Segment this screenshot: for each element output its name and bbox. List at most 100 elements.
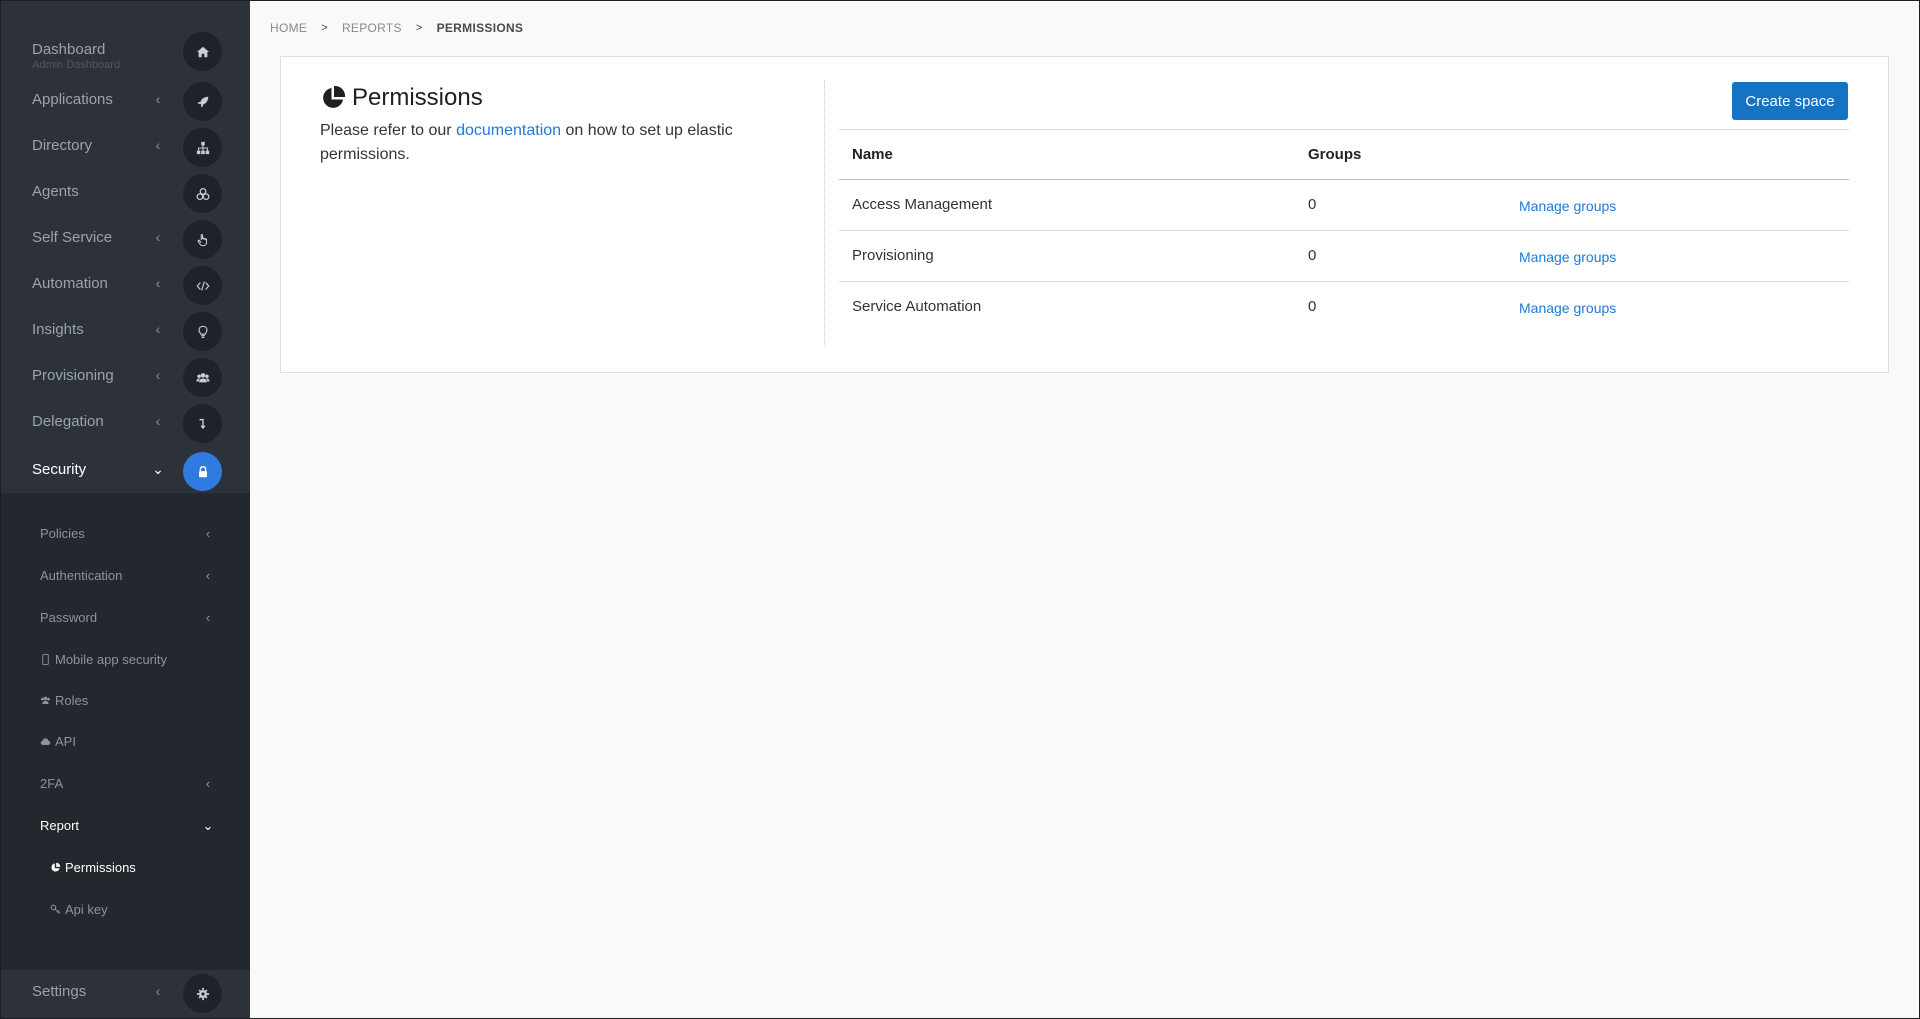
sidebar-subitem-label: Mobile app security (40, 652, 167, 667)
pie-chart-icon (323, 85, 346, 108)
sidebar-subitem-api[interactable]: API (0, 725, 250, 759)
sidebar-item-agents[interactable]: Agents (0, 170, 250, 216)
chevron-left-icon: ‹ (205, 776, 211, 791)
page-title-text: Permissions (352, 84, 483, 111)
sidebar-subitem-label: Authentication (40, 568, 123, 583)
dashboard-subtitle: Admin Dashboard (32, 59, 121, 71)
row-border (839, 281, 1849, 282)
column-header-groups: Groups (1308, 146, 1362, 163)
sidebar-subitem-mobile-app-security[interactable]: Mobile app security (0, 643, 250, 677)
sidebar-item-label: Dashboard (32, 41, 106, 58)
chevron-left-icon: ‹ (155, 413, 161, 429)
sidebar-item-insights[interactable]: Insights ‹ (0, 308, 250, 354)
sidebar-item-label: Applications (32, 91, 113, 108)
mobile-app-security-text: Mobile app security (55, 652, 167, 667)
sidebar-item-directory[interactable]: Directory ‹ (0, 124, 250, 170)
permissions-card (280, 56, 1889, 373)
manage-groups-link[interactable]: Manage groups (1519, 300, 1616, 316)
sidebar-subitem-label: API (40, 734, 76, 749)
column-header-name: Name (852, 146, 893, 163)
row-name: Access Management (852, 196, 993, 213)
mobile-icon (42, 654, 49, 665)
level-down-icon (183, 404, 222, 443)
sidebar-item-label: Agents (32, 183, 79, 200)
sidebar-subitem-label: Api key (50, 902, 108, 917)
chevron-left-icon: ‹ (155, 91, 161, 107)
chevron-left-icon: ‹ (155, 983, 161, 999)
sidebar-subitem-label: Report (40, 818, 80, 833)
sidebar-item-label: Automation (32, 275, 108, 292)
page-description: Please refer to our documentation on how… (320, 119, 750, 167)
sidebar-item-label: Insights (32, 321, 84, 338)
sidebar-subitem-report[interactable]: Report ⌄ (0, 809, 250, 843)
sidebar-subitem-label: 2FA (40, 776, 64, 791)
cloud-icon (40, 738, 51, 745)
row-groups: 0 (1308, 247, 1317, 264)
chevron-left-icon: ‹ (155, 367, 161, 383)
settings-row[interactable]: Settings ‹ (0, 970, 250, 1016)
sidebar-item-security[interactable]: Security ⌄ (0, 448, 250, 494)
table-top-border (839, 129, 1849, 130)
sidebar-subitem-api-key[interactable]: Api key (0, 893, 250, 927)
sidebar-item-label: Security (32, 461, 87, 478)
row-groups: 0 (1308, 196, 1317, 213)
manage-groups-link[interactable]: Manage groups (1519, 249, 1616, 265)
sidebar-item-label: Delegation (32, 413, 104, 430)
documentation-link[interactable]: documentation (456, 122, 561, 139)
chevron-down-icon: ⌄ (202, 818, 214, 833)
pie-chart-icon (51, 862, 61, 872)
sidebar-subitem-label: Permissions (50, 860, 136, 875)
sidebar-item-settings[interactable]: Settings ‹ (0, 970, 250, 1019)
gear-icon (183, 974, 222, 1013)
sidebar-item-label: Settings (32, 983, 87, 1000)
chevron-right-icon: > (415, 22, 423, 34)
sidebar-subitem-label: Policies (40, 526, 85, 541)
sidebar-subitem-label: Roles (40, 693, 88, 708)
chevron-left-icon: ‹ (205, 610, 211, 625)
roles-text: Roles (55, 693, 89, 708)
divider (824, 80, 825, 346)
api-text: API (55, 734, 76, 749)
cubes-icon (183, 174, 222, 213)
lock-icon (183, 452, 222, 491)
sidebar-subitem-password[interactable]: Password ‹ (0, 601, 250, 635)
breadcrumb-home[interactable]: HOME (270, 21, 307, 35)
manage-groups-link[interactable]: Manage groups (1519, 198, 1616, 214)
sidebar-item-provisioning[interactable]: Provisioning ‹ (0, 354, 250, 400)
sidebar-subitem-label: Password (40, 610, 98, 625)
sidebar-subitem-2fa[interactable]: 2FA ‹ (0, 767, 250, 801)
rocket-icon (183, 82, 222, 121)
sidebar-subitem-roles[interactable]: Roles (0, 684, 250, 718)
sidebar-subitem-authentication[interactable]: Authentication ‹ (0, 559, 250, 593)
breadcrumb-reports[interactable]: REPORTS (342, 21, 402, 35)
sidebar: Dashboard Admin Dashboard Applications ‹… (0, 0, 250, 1019)
chevron-left-icon: ‹ (155, 275, 161, 291)
sidebar-item-self-service[interactable]: Self Service ‹ (0, 216, 250, 262)
home-icon (183, 32, 222, 71)
chevron-right-icon: > (321, 22, 328, 34)
chevron-left-icon: ‹ (155, 137, 161, 153)
sidebar-item-label: Provisioning (32, 367, 114, 384)
chevron-left-icon: ‹ (155, 321, 161, 337)
sidebar-item-automation[interactable]: Automation ‹ (0, 262, 250, 308)
row-name: Service Automation (852, 298, 982, 315)
sidebar-item-label: Self Service (32, 229, 113, 246)
sidebar-subitem-permissions[interactable]: Permissions (0, 851, 250, 885)
row-name: Provisioning (852, 247, 934, 264)
sidebar-item-applications[interactable]: Applications ‹ (0, 78, 250, 124)
row-groups: 0 (1308, 298, 1317, 315)
users-icon (183, 358, 222, 397)
chevron-left-icon: ‹ (155, 229, 161, 245)
sidebar-item-delegation[interactable]: Delegation ‹ (0, 400, 250, 446)
sidebar-subitem-policies[interactable]: Policies ‹ (0, 517, 250, 551)
sitemap-icon (183, 128, 222, 167)
description-text-start: Please refer to our (320, 122, 457, 139)
lightbulb-icon (183, 312, 222, 351)
chevron-left-icon: ‹ (205, 526, 211, 541)
code-icon (183, 266, 222, 305)
users-icon (41, 696, 50, 704)
create-space-button[interactable]: Create space (1732, 82, 1848, 120)
chevron-left-icon: ‹ (205, 568, 211, 583)
key-icon (50, 904, 60, 914)
page-title: Permissions (320, 84, 483, 112)
